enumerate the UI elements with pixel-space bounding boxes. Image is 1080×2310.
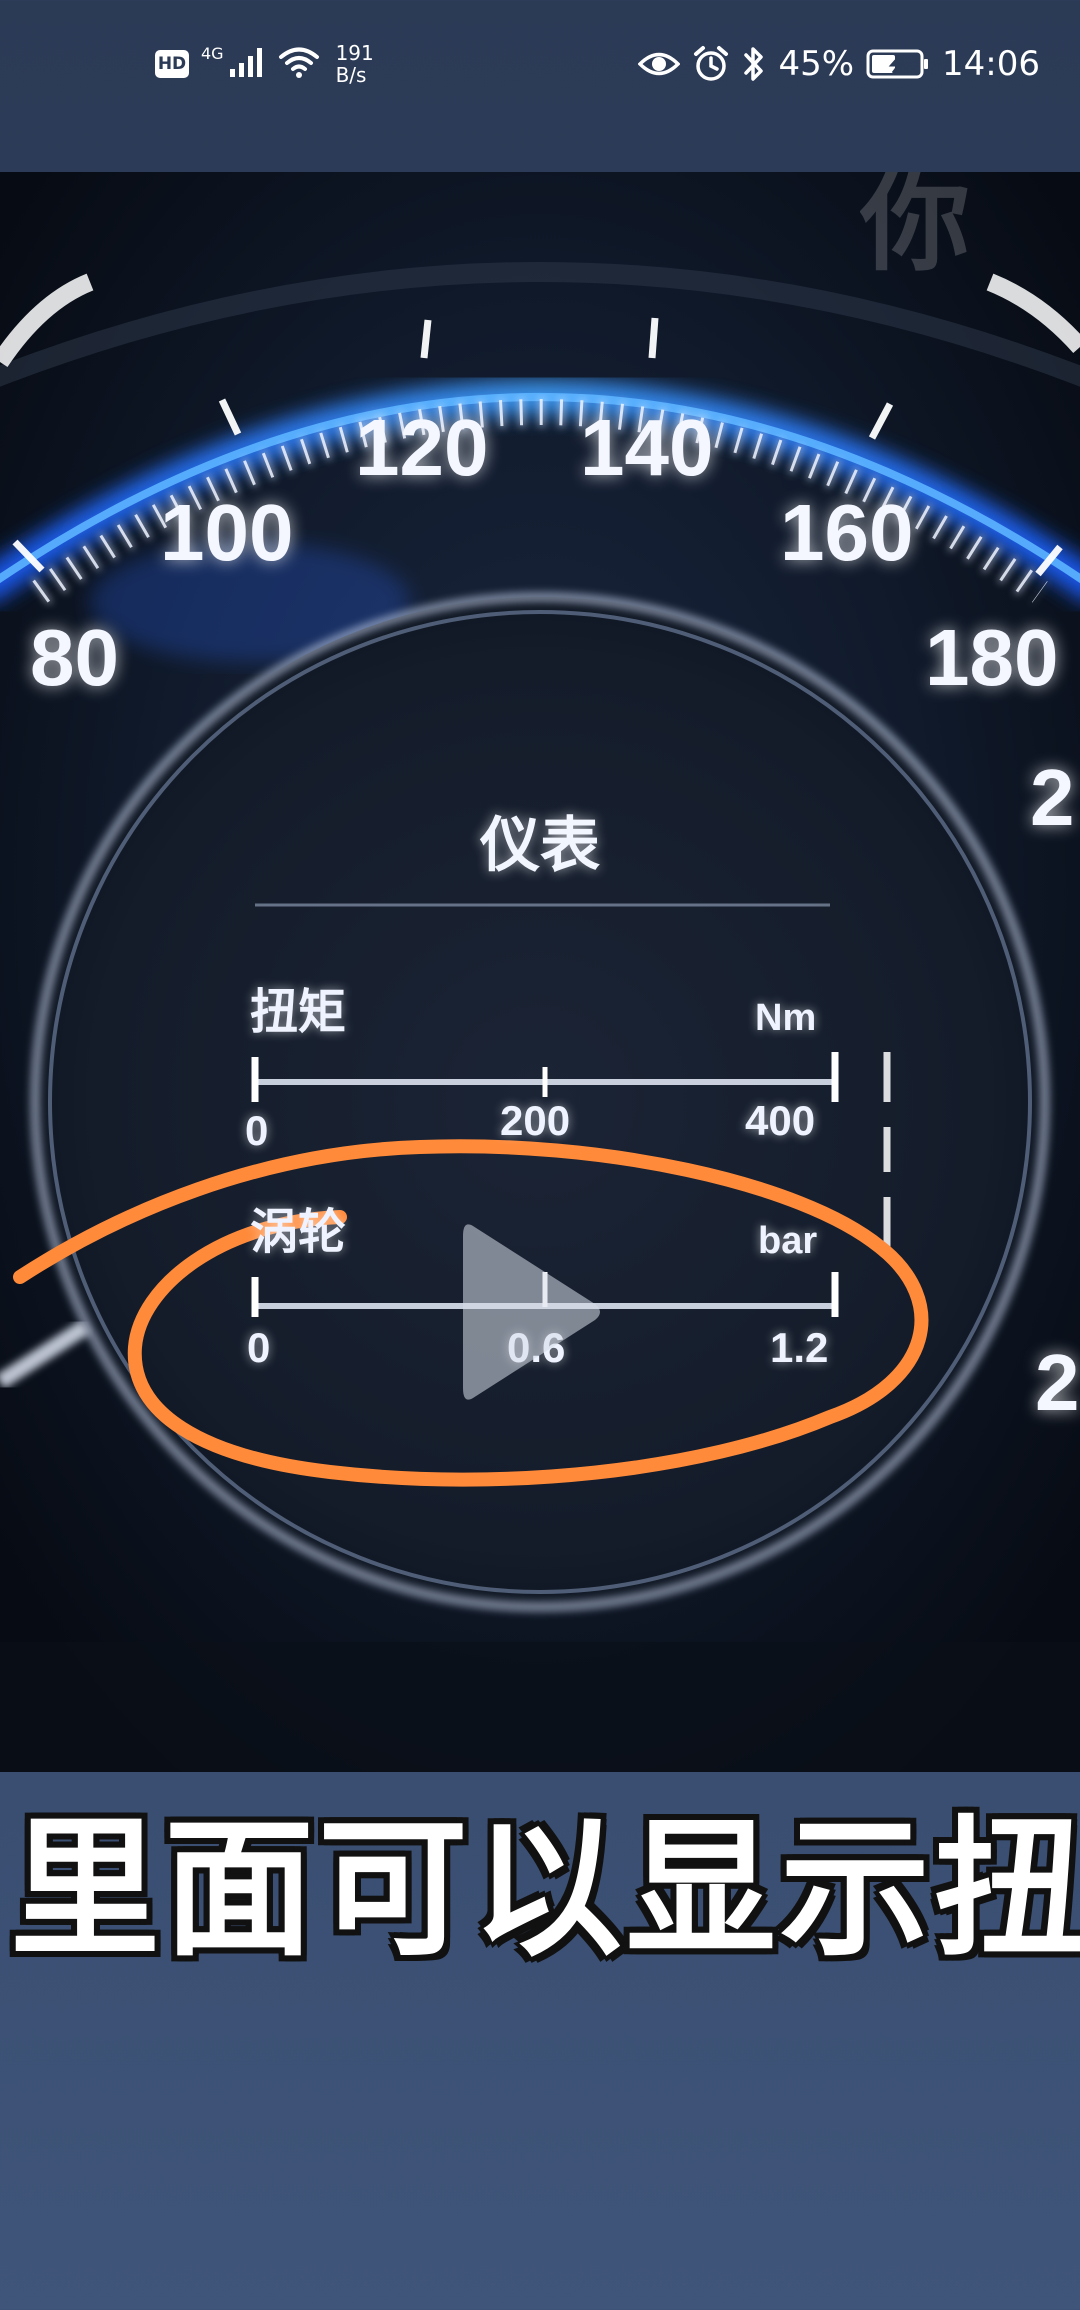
panel-title: 仪表 — [480, 812, 600, 879]
signal-icon — [228, 45, 266, 83]
status-left: HD 4G 191 B/s — [155, 40, 374, 88]
bluetooth-icon — [742, 44, 766, 84]
network-generation: 4G — [201, 44, 224, 63]
speed-scale-label: 120 — [355, 403, 489, 492]
network-speed: 191 B/s — [336, 42, 374, 86]
status-right: 45% 14:06 — [638, 40, 1040, 88]
video-player[interactable]: 你 80 100 120 140 160 180 2 2 仪表 扭矩 Nm 0 … — [0, 172, 1080, 1772]
boost-tick-label: 0 — [247, 1324, 271, 1371]
speed-unit: B/s — [335, 63, 367, 87]
boost-label: 涡轮 — [250, 1206, 347, 1259]
video-subtitle: 里面可以显示扭矩 — [10, 1803, 1080, 1977]
battery-icon — [866, 48, 930, 80]
speed-scale-label: 2 — [1030, 753, 1075, 842]
torque-unit: Nm — [755, 997, 817, 1039]
torque-tick-label: 200 — [500, 1097, 571, 1144]
alarm-icon — [692, 45, 730, 83]
speed-scale-label: 160 — [780, 488, 914, 577]
overlay-corner-text: 你 — [860, 172, 970, 284]
boost-unit: bar — [758, 1220, 818, 1262]
speed-scale-label: 140 — [580, 403, 714, 492]
eye-icon — [638, 49, 681, 79]
status-bar: HD 4G 191 B/s 45% 14:06 — [0, 0, 1080, 120]
clock-time: 14:06 — [942, 44, 1040, 84]
speed-scale-label: 2 — [1035, 1338, 1080, 1427]
speed-scale-label: 80 — [30, 613, 119, 702]
speed-scale-label: 100 — [160, 488, 294, 577]
torque-tick-label: 400 — [745, 1097, 816, 1144]
torque-tick-label: 0 — [245, 1107, 269, 1154]
torque-label: 扭矩 — [250, 986, 347, 1039]
speed-scale-label: 180 — [925, 613, 1059, 702]
play-icon[interactable] — [455, 1212, 605, 1412]
dashboard-graphic — [0, 172, 1080, 1772]
hd-icon: HD — [155, 50, 189, 78]
battery-percent: 45% — [778, 44, 855, 84]
speed-value: 191 — [335, 41, 374, 65]
wifi-icon — [278, 45, 320, 83]
boost-tick-label: 1.2 — [770, 1324, 829, 1371]
